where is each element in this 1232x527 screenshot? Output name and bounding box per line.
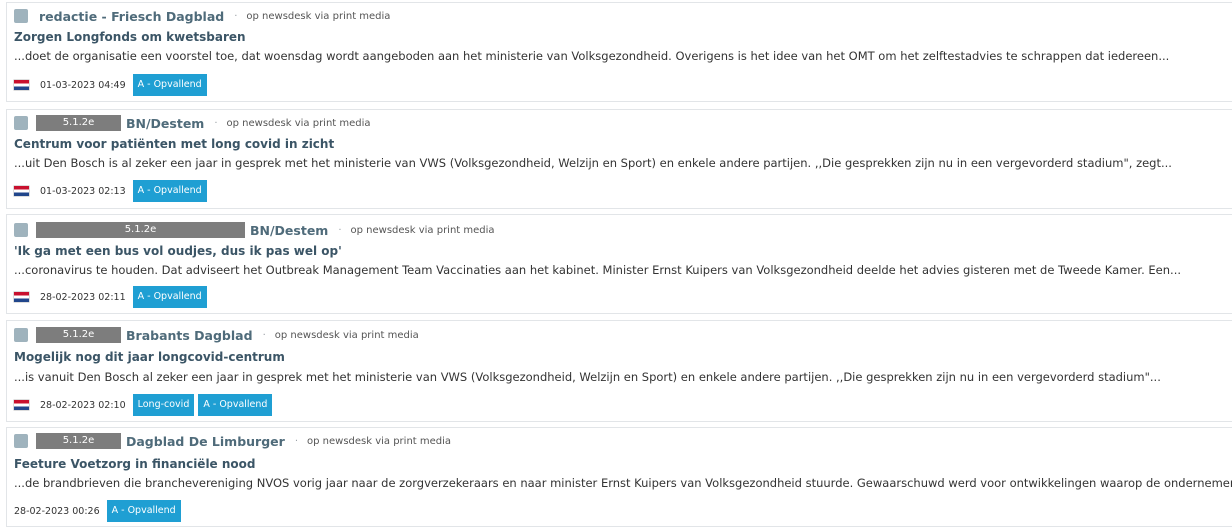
news-item[interactable]: 5.1.2e BN/Destem · op newsdesk via print… — [6, 214, 1232, 314]
netherlands-flag-icon — [14, 292, 29, 302]
article-date: 28-02-2023 02:11 — [40, 291, 126, 303]
via-text: op newsdesk via print media — [246, 10, 391, 22]
source-row: 5.1.2e Dagblad De Limburger · op newsdes… — [14, 432, 451, 450]
outlet-name[interactable]: Brabants Dagblad — [126, 328, 253, 343]
article-snippet: ...is vanuit Den Bosch al zeker een jaar… — [14, 370, 1161, 384]
meta-row: 28-02-2023 02:11 A - Opvallend — [14, 286, 211, 308]
meta-row: 28-02-2023 02:10 Long-covid A - Opvallen… — [14, 394, 276, 416]
news-feed: redactie - Friesch Dagblad · op newsdesk… — [0, 0, 1232, 527]
article-date: 01-03-2023 04:49 — [40, 79, 126, 91]
outlet-name[interactable]: redactie - Friesch Dagblad — [39, 9, 224, 24]
tag-badge[interactable]: A - Opvallend — [132, 74, 207, 96]
via-text: op newsdesk via print media — [274, 329, 419, 341]
tag-badge[interactable]: A - Opvallend — [198, 394, 273, 416]
article-snippet: ...doet de organisatie een voorstel toe,… — [14, 49, 1170, 63]
article-title[interactable]: Zorgen Longfonds om kwetsbaren — [14, 30, 246, 44]
article-date: 28-02-2023 00:26 — [14, 505, 100, 517]
outlet-name[interactable]: Dagblad De Limburger — [126, 434, 285, 449]
meta-row: 28-02-2023 00:26 A - Opvallend — [14, 500, 185, 522]
separator: · — [234, 10, 238, 22]
via-text: op newsdesk via print media — [350, 224, 495, 236]
article-snippet: ...de brandbrieven die branchevereniging… — [14, 476, 1232, 490]
via-text: op newsdesk via print media — [307, 435, 452, 447]
source-row: 5.1.2e Brabants Dagblad · op newsdesk vi… — [14, 326, 419, 344]
article-title[interactable]: Feeture Voetzorg in financiële nood — [14, 457, 256, 471]
tag-badge[interactable]: A - Opvallend — [106, 500, 181, 522]
article-snippet: ...coronavirus te houden. Dat adviseert … — [14, 263, 1182, 277]
article-title[interactable]: Mogelijk nog dit jaar longcovid-centrum — [14, 350, 285, 364]
netherlands-flag-icon — [14, 186, 29, 196]
news-item[interactable]: 5.1.2e Dagblad De Limburger · op newsdes… — [6, 427, 1232, 527]
article-title[interactable]: 'Ik ga met een bus vol oudjes, dus ik pa… — [14, 244, 342, 258]
tag-badge[interactable]: Long-covid — [132, 394, 195, 416]
separator: · — [214, 117, 218, 129]
news-item[interactable]: redactie - Friesch Dagblad · op newsdesk… — [6, 2, 1232, 102]
article-date: 01-03-2023 02:13 — [40, 185, 126, 197]
redaction-block: 5.1.2e — [36, 433, 121, 449]
source-row: 5.1.2e BN/Destem · op newsdesk via print… — [14, 221, 495, 239]
netherlands-flag-icon — [14, 400, 29, 410]
outlet-name[interactable]: BN/Destem — [250, 223, 328, 238]
article-date: 28-02-2023 02:10 — [40, 399, 126, 411]
outlet-name[interactable]: BN/Destem — [126, 116, 204, 131]
source-row: 5.1.2e BN/Destem · op newsdesk via print… — [14, 114, 371, 132]
select-checkbox[interactable] — [14, 9, 28, 23]
meta-row: 01-03-2023 02:13 A - Opvallend — [14, 180, 211, 202]
select-checkbox[interactable] — [14, 434, 28, 448]
separator: · — [338, 224, 342, 236]
news-item[interactable]: 5.1.2e BN/Destem · op newsdesk via print… — [6, 109, 1232, 209]
tag-badge[interactable]: A - Opvallend — [132, 286, 207, 308]
redaction-block: 5.1.2e — [36, 327, 121, 343]
meta-row: 01-03-2023 04:49 A - Opvallend — [14, 74, 211, 96]
select-checkbox[interactable] — [14, 223, 28, 237]
via-text: op newsdesk via print media — [226, 117, 371, 129]
redaction-block: 5.1.2e — [36, 115, 121, 131]
tag-badge[interactable]: A - Opvallend — [132, 180, 207, 202]
source-row: redactie - Friesch Dagblad · op newsdesk… — [14, 7, 390, 25]
news-item[interactable]: 5.1.2e Brabants Dagblad · op newsdesk vi… — [6, 320, 1232, 422]
netherlands-flag-icon — [14, 80, 29, 90]
article-snippet: ...uit Den Bosch is al zeker een jaar in… — [14, 156, 1172, 170]
select-checkbox[interactable] — [14, 328, 28, 342]
redaction-block: 5.1.2e — [36, 222, 245, 238]
separator: · — [262, 329, 266, 341]
select-checkbox[interactable] — [14, 116, 28, 130]
separator: · — [294, 435, 298, 447]
article-title[interactable]: Centrum voor patiënten met long covid in… — [14, 137, 334, 151]
